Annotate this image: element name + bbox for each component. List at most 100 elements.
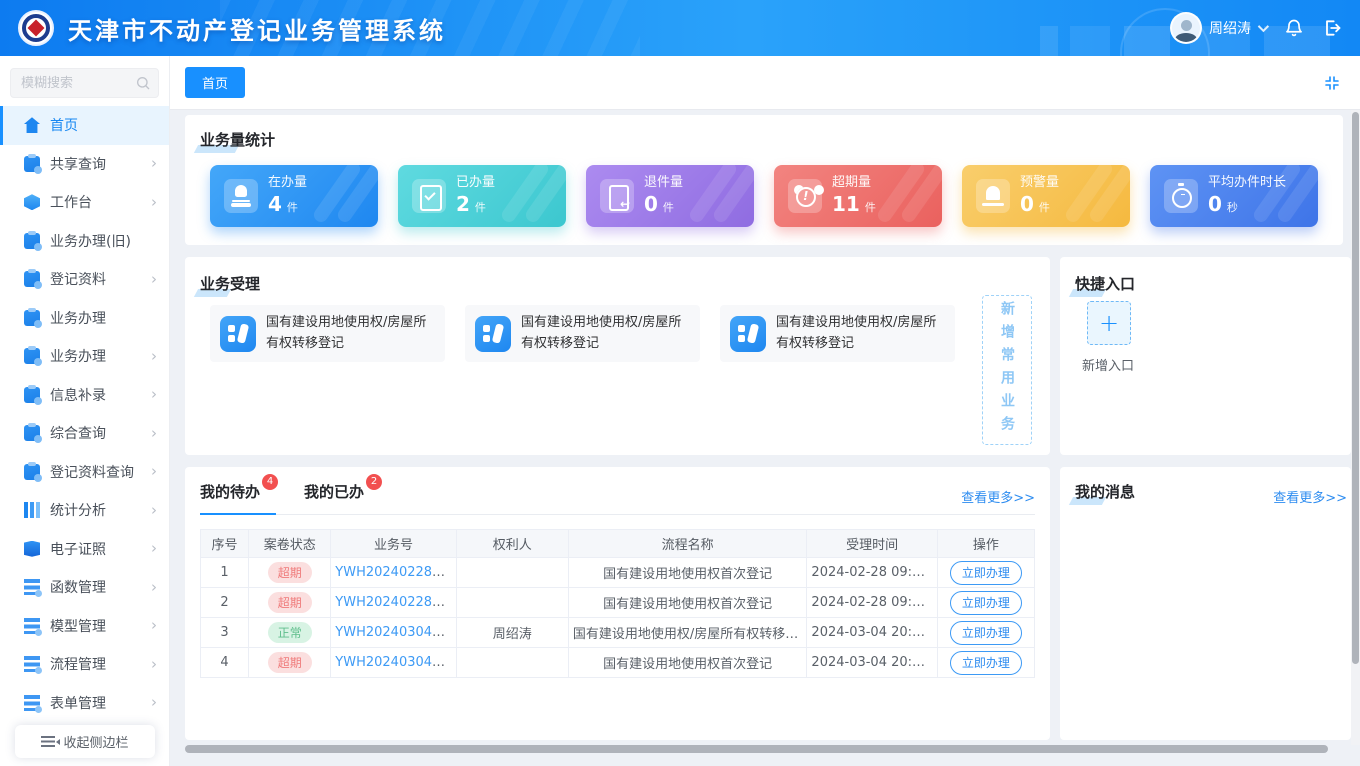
sidebar-item-icon — [24, 502, 40, 518]
main-area: 首页 业务量统计 在办量 4 件 — [170, 56, 1360, 766]
app-window: 天津市不动产登记业务管理系统 周绍涛 首页 › — [0, 0, 1360, 766]
sidebar-item-label: 表单管理 — [50, 693, 106, 713]
sidebar-item-icon — [24, 464, 40, 480]
sidebar-item[interactable]: 首页 › — [0, 106, 169, 145]
cell-time: 2024-02-28 09:53:14 — [807, 558, 937, 588]
stat-unit: 件 — [663, 201, 674, 214]
acceptance-items-row: 国有建设用地使用权/房屋所有权转移登记 国有建设用地使用权/房屋所有权转移登记 … — [210, 305, 955, 362]
sidebar-item-icon — [24, 541, 40, 557]
sidebar-item[interactable]: 业务办理(旧) › — [0, 222, 169, 261]
business-number-link[interactable]: YWH202403040164 — [335, 655, 456, 670]
stat-unit: 件 — [865, 201, 876, 214]
sidebar-item-label: 模型管理 — [50, 616, 106, 636]
sidebar-item[interactable]: 函数管理 › — [0, 568, 169, 607]
user-menu[interactable]: 周绍涛 — [1170, 12, 1266, 44]
sidebar-item[interactable]: 流程管理 › — [0, 645, 169, 684]
tab-home[interactable]: 首页 — [185, 67, 245, 98]
cell-holder — [456, 648, 568, 678]
stat-unit: 件 — [475, 201, 486, 214]
sidebar-item-icon — [24, 117, 40, 133]
cell-process: 国有建设用地使用权首次登记 — [568, 588, 807, 618]
user-name: 周绍涛 — [1209, 18, 1251, 38]
vertical-scrollbar-thumb[interactable] — [1352, 112, 1359, 664]
handle-now-button[interactable]: 立即办理 — [950, 651, 1022, 675]
sidebar-item-icon — [24, 194, 40, 210]
sidebar: 首页 › 共享查询 › 工作台 › 业务办理(旧) — [0, 56, 170, 766]
app-header: 天津市不动产登记业务管理系统 周绍涛 — [0, 0, 1360, 56]
business-number-link[interactable]: YWH202402280020 — [335, 595, 456, 610]
todo-tab[interactable]: 我的已办2 — [304, 481, 380, 502]
sidebar-item-icon — [24, 656, 40, 672]
tab-count-badge: 2 — [366, 474, 382, 490]
stat-label: 预警量 — [1020, 175, 1059, 191]
avatar[interactable] — [1170, 12, 1202, 44]
business-icon — [220, 316, 256, 352]
acceptance-item[interactable]: 国有建设用地使用权/房屋所有权转移登记 — [465, 305, 700, 362]
messages-view-more-link[interactable]: 查看更多>> — [1273, 487, 1347, 506]
horizontal-scrollbar-thumb[interactable] — [185, 745, 1328, 753]
cell-no: 1 — [201, 558, 249, 588]
stat-value: 2 — [456, 192, 470, 216]
horizontal-scrollbar[interactable] — [185, 745, 1340, 753]
sidebar-item-icon — [24, 579, 40, 595]
sidebar-item-icon — [24, 233, 40, 249]
chevron-right-icon: › — [151, 426, 157, 441]
stat-icon — [224, 179, 258, 213]
stat-card: 已办量 2件 — [398, 165, 566, 227]
stats-title: 业务量统计 — [200, 129, 275, 150]
chevron-down-icon — [1258, 21, 1269, 32]
acceptance-item-label: 国有建设用地使用权/房屋所有权转移登记 — [266, 313, 435, 353]
tab-count-badge: 4 — [262, 474, 278, 490]
sidebar-item[interactable]: 工作台 › — [0, 183, 169, 222]
sidebar-item[interactable]: 综合查询 › — [0, 414, 169, 453]
acceptance-item[interactable]: 国有建设用地使用权/房屋所有权转移登记 — [210, 305, 445, 362]
table-row: 1 超期 YWH202402280019 国有建设用地使用权首次登记 2024-… — [201, 558, 1035, 588]
sidebar-item-label: 共享查询 — [50, 154, 106, 174]
sidebar-item[interactable]: 电子证照 › — [0, 530, 169, 569]
sidebar-item-label: 登记资料查询 — [50, 462, 134, 482]
status-badge: 超期 — [268, 652, 312, 673]
sidebar-item-label: 工作台 — [50, 192, 92, 212]
handle-now-button[interactable]: 立即办理 — [950, 561, 1022, 585]
stat-icon — [788, 179, 822, 213]
business-number-link[interactable]: YWH202403040161 — [335, 625, 456, 640]
sidebar-item[interactable]: 统计分析 › — [0, 491, 169, 530]
handle-now-button[interactable]: 立即办理 — [950, 591, 1022, 615]
sidebar-item[interactable]: 业务办理 › — [0, 299, 169, 338]
add-common-business-button[interactable]: 新增常用业务 — [982, 295, 1032, 445]
cell-process: 国有建设用地使用权首次登记 — [568, 648, 807, 678]
table-row: 2 超期 YWH202402280020 国有建设用地使用权首次登记 2024-… — [201, 588, 1035, 618]
collapse-sidebar-icon — [41, 736, 55, 747]
handle-now-button[interactable]: 立即办理 — [950, 621, 1022, 645]
vertical-scrollbar[interactable] — [1351, 110, 1360, 745]
sidebar-item[interactable]: 模型管理 › — [0, 607, 169, 646]
table-header-cell: 序号 — [201, 530, 249, 558]
table-row: 3 正常 YWH202403040161 周绍涛 国有建设用地使用权/房屋所有权… — [201, 618, 1035, 648]
acceptance-item[interactable]: 国有建设用地使用权/房屋所有权转移登记 — [720, 305, 955, 362]
collapse-sidebar-button[interactable]: 收起侧边栏 — [15, 725, 155, 758]
sidebar-item[interactable]: 业务办理 › — [0, 337, 169, 376]
stat-unit: 件 — [287, 201, 298, 214]
sidebar-item[interactable]: 登记资料 › — [0, 260, 169, 299]
business-number-link[interactable]: YWH202402280019 — [335, 565, 456, 580]
add-entry-button[interactable]: + — [1087, 301, 1131, 345]
sidebar-item-label: 登记资料 — [50, 269, 106, 289]
dashboard-content: 业务量统计 在办量 4 件 — [170, 110, 1351, 745]
table-header-cell: 案卷状态 — [249, 530, 331, 558]
sidebar-item-icon — [24, 618, 40, 634]
fullscreen-exit-icon[interactable] — [1324, 75, 1340, 91]
bell-icon[interactable] — [1284, 18, 1304, 38]
sidebar-item[interactable]: 共享查询 › — [0, 145, 169, 184]
sidebar-item[interactable]: 信息补录 › — [0, 376, 169, 415]
stat-icon — [600, 179, 634, 213]
todo-tab[interactable]: 我的待办4 — [200, 481, 276, 502]
todo-tabs: 我的待办4 我的已办2 — [200, 481, 1035, 515]
logout-icon[interactable] — [1322, 18, 1342, 38]
stat-label: 在办量 — [268, 175, 307, 191]
sidebar-item[interactable]: 登记资料查询 › — [0, 453, 169, 492]
chevron-right-icon: › — [151, 387, 157, 402]
sidebar-item-label: 统计分析 — [50, 500, 106, 520]
collapse-sidebar-label: 收起侧边栏 — [63, 732, 128, 751]
add-entry-label: 新增入口 — [1082, 355, 1134, 374]
sidebar-item[interactable]: 表单管理 › — [0, 684, 169, 723]
